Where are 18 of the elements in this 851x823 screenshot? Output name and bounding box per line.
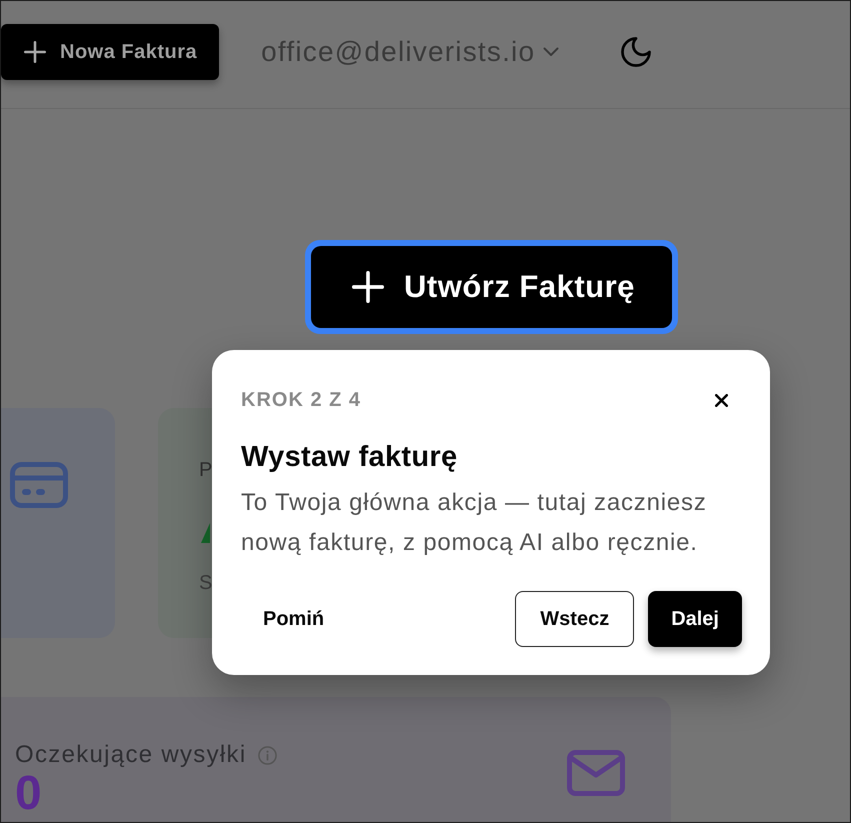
back-button[interactable]: Wstecz (515, 591, 634, 647)
mail-icon (567, 750, 625, 796)
plus-icon (24, 41, 46, 63)
new-invoice-button[interactable]: Nowa Faktura (1, 24, 220, 80)
moon-icon[interactable] (621, 37, 652, 67)
credit-card-icon (10, 462, 68, 508)
step-counter: KROK 2 Z 4 (241, 388, 362, 413)
next-button[interactable]: Dalej (648, 591, 742, 647)
card-title: P (199, 458, 212, 483)
plus-icon (352, 271, 384, 303)
card-title: Oczekujące wysyłki (15, 740, 246, 770)
create-invoice-button[interactable]: Utwórz Fakturę (311, 246, 672, 328)
tour-description: To Twoja główna akcja — tutaj zaczniesz nową fakturę, z pomocą AI albo ręcznie. (241, 488, 708, 558)
card-value: 0 (15, 770, 42, 818)
skip-button[interactable]: Pomiń (241, 591, 346, 647)
tour-title: Wystaw fakturę (241, 440, 458, 475)
chevron-down-icon (543, 47, 560, 57)
close-icon (714, 394, 728, 406)
